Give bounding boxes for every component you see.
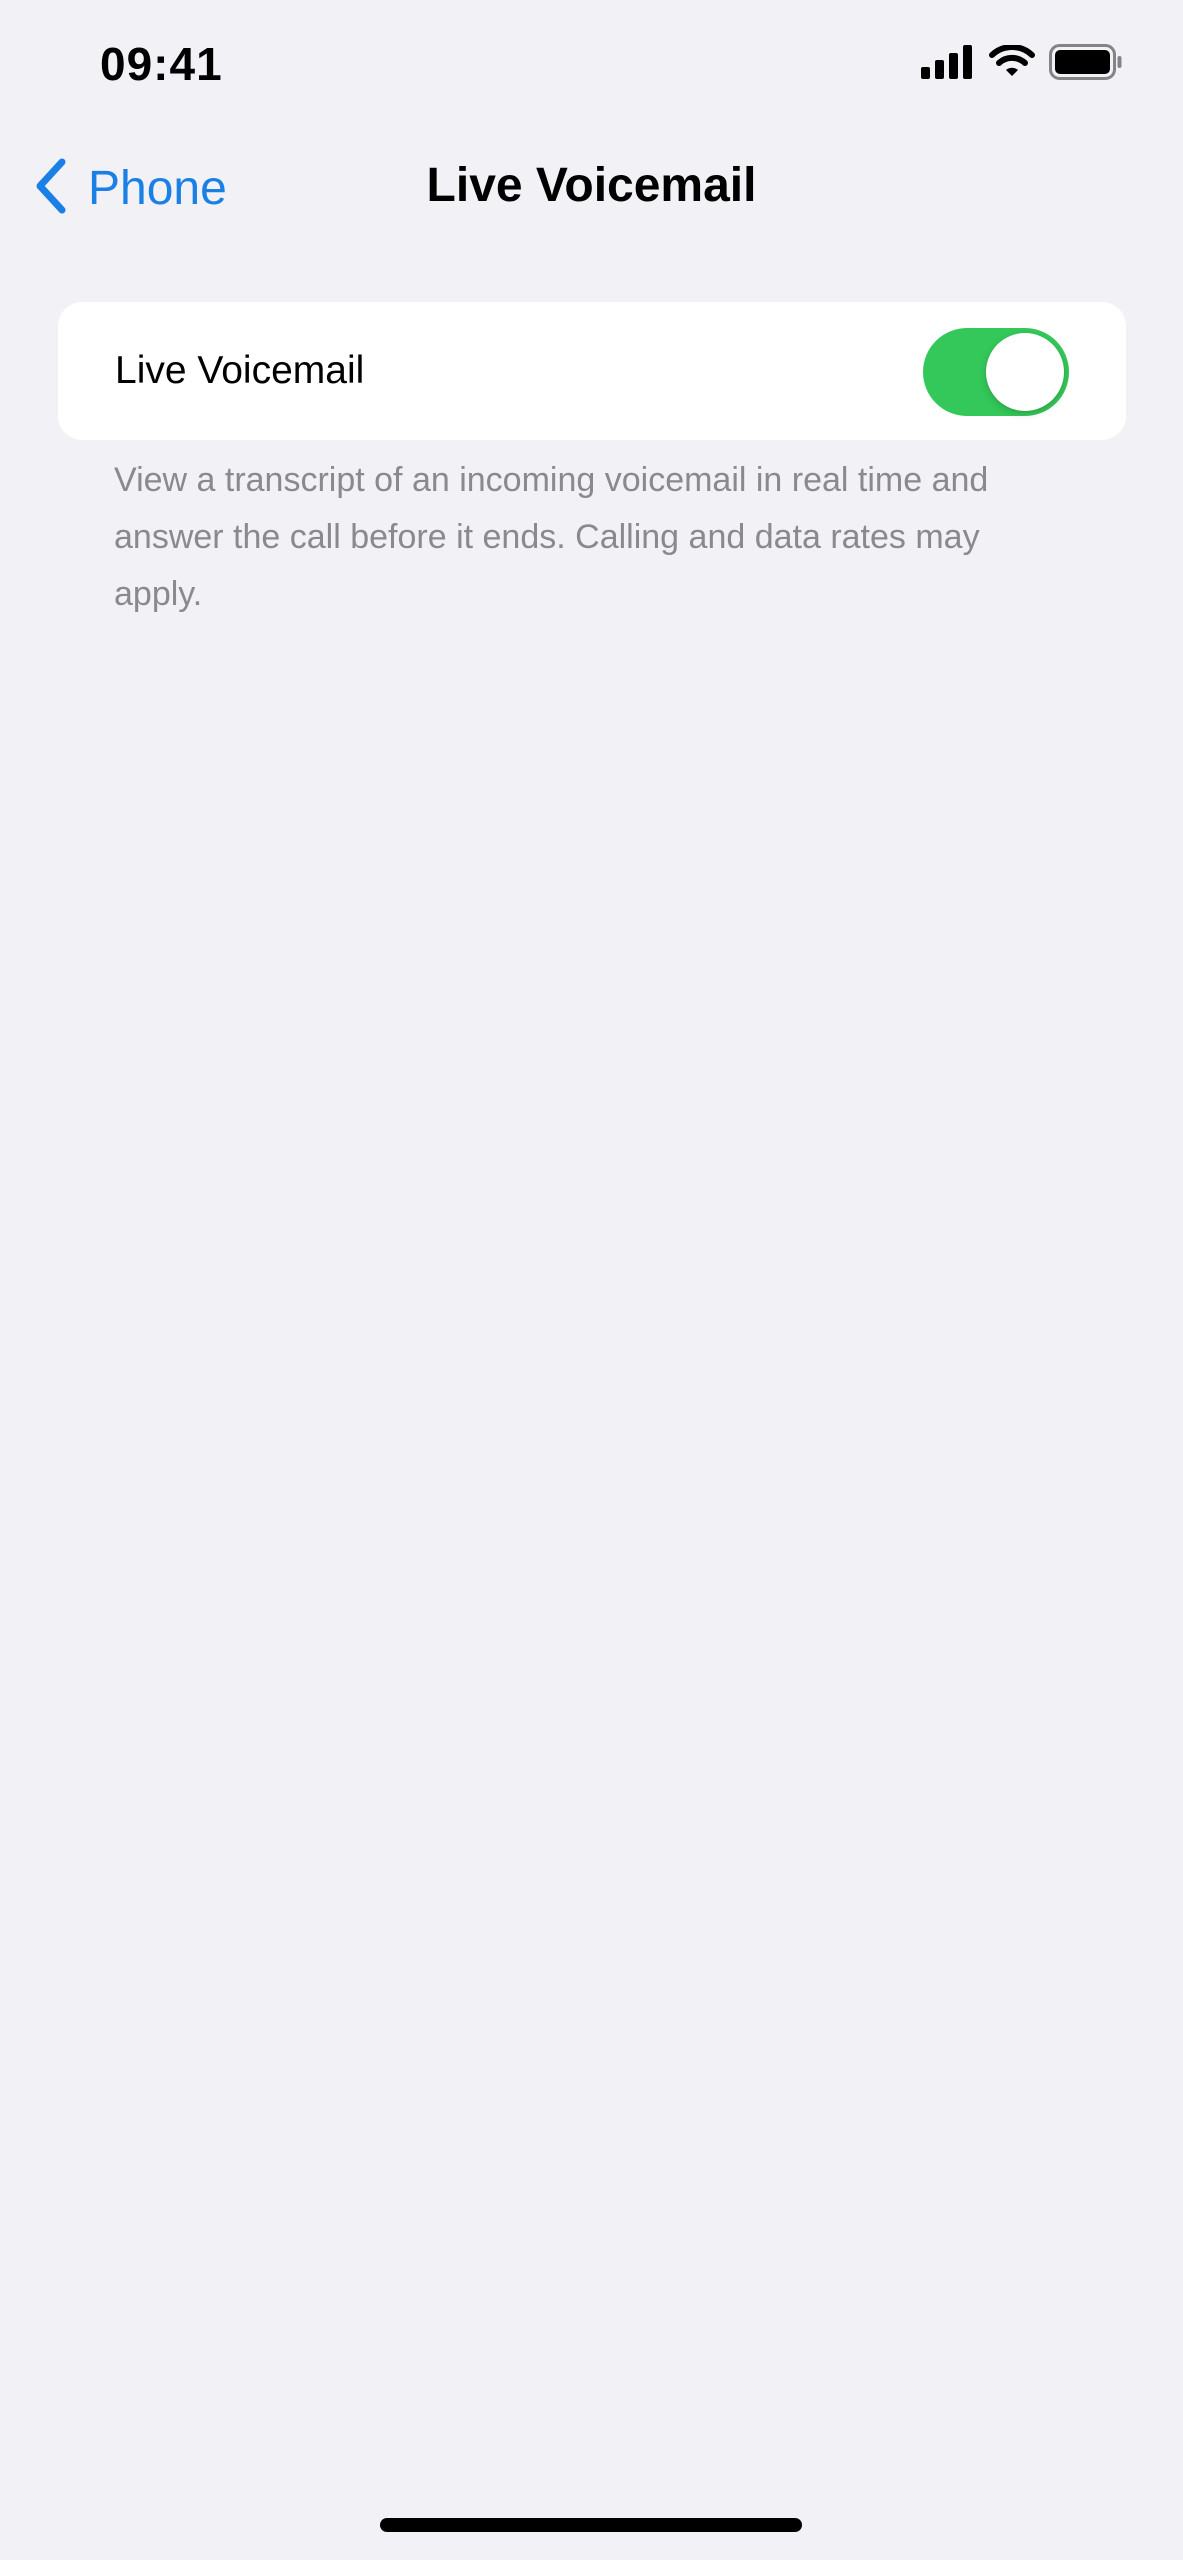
live-voicemail-toggle[interactable] <box>923 328 1069 416</box>
home-indicator[interactable] <box>380 2518 802 2532</box>
navigation-bar: Phone Live Voicemail <box>0 140 1183 240</box>
battery-icon <box>1049 44 1123 85</box>
status-icons <box>921 44 1123 85</box>
cellular-signal-icon <box>921 45 975 84</box>
status-time: 09:41 <box>100 38 223 90</box>
wifi-icon <box>989 44 1035 84</box>
status-bar: 09:41 <box>0 0 1183 130</box>
toggle-knob <box>986 333 1064 411</box>
back-button[interactable]: Phone <box>34 156 227 221</box>
chevron-left-icon <box>34 156 70 221</box>
back-button-label: Phone <box>88 161 227 215</box>
settings-footer-description: View a transcript of an incoming voicema… <box>114 461 989 613</box>
live-voicemail-label: Live Voicemail <box>115 349 365 392</box>
settings-group: Live Voicemail <box>58 302 1126 440</box>
